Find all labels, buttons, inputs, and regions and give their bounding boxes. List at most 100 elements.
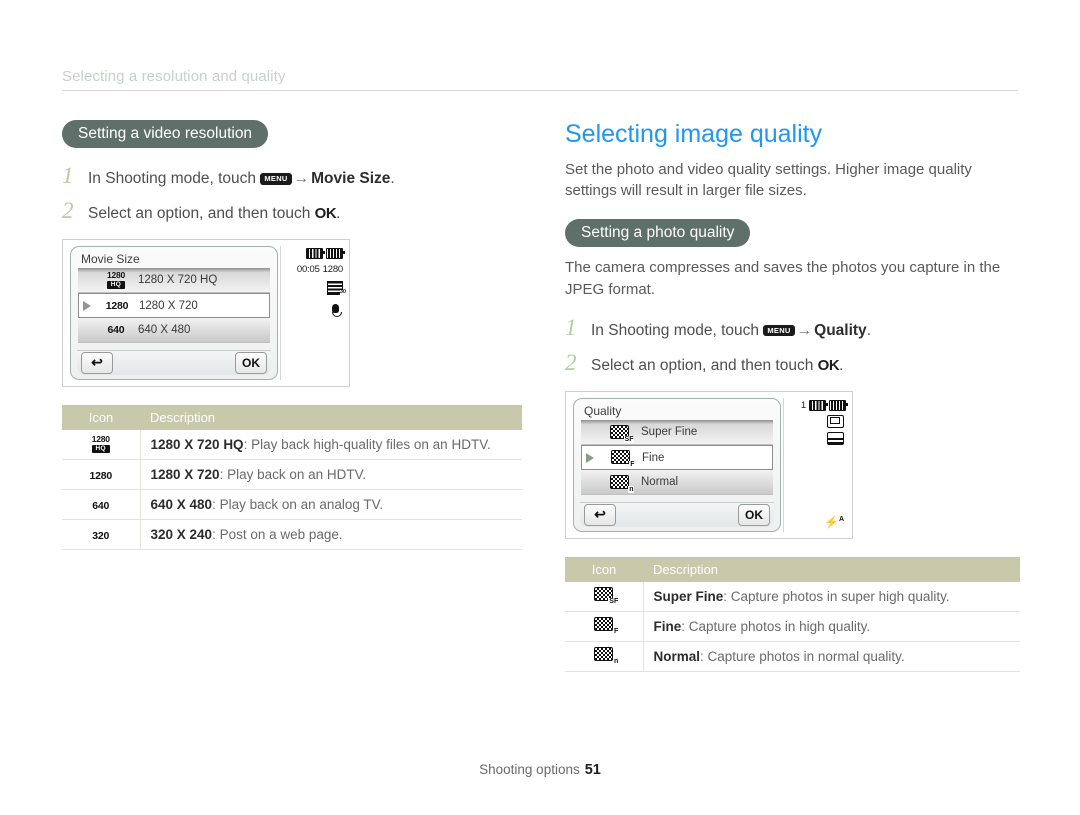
running-header-text: Selecting a resolution and quality (62, 68, 286, 85)
camera-option-label: 1280 X 720 (139, 299, 198, 312)
camera-option-1280-720[interactable]: 1280 1280 X 720 (78, 293, 270, 319)
table-header-description: Description (643, 556, 1020, 582)
back-button[interactable]: ↩ (584, 503, 616, 526)
step-text-bold: Movie Size (311, 170, 391, 188)
step-item: 2 Select an option, and then touch OK. (62, 199, 522, 225)
step-number: 1 (62, 163, 74, 189)
step-number: 2 (565, 349, 577, 375)
desc: : Play back high-quality files on an HDT… (243, 436, 491, 452)
table-row: 1280 HQ 1280 X 720 HQ: Play back high-qu… (62, 429, 522, 460)
back-button[interactable]: ↩ (81, 351, 113, 374)
table-header-description: Description (140, 404, 522, 430)
term: Super Fine (653, 588, 724, 604)
selection-caret-icon (83, 300, 91, 311)
icon-subscript: n (612, 658, 619, 666)
icon-subscript: SF (608, 598, 619, 606)
table-header-row: Icon Description (62, 404, 522, 430)
camera-option-super-fine[interactable]: SF Super Fine (581, 420, 773, 446)
table-header-icon: Icon (62, 404, 140, 430)
table-row: n Normal: Capture photos in normal quali… (565, 641, 1020, 672)
camera-menu-panel: Quality SF Super Fine F Fine n Normal ↩ … (573, 397, 781, 532)
camera-option-label: 1280 X 720 HQ (138, 274, 218, 287)
microphone-icon (331, 303, 342, 317)
camera-menu-panel: Movie Size 1280 HQ 1280 X 720 HQ 1280 12… (70, 245, 278, 380)
term: 320 X 240 (150, 526, 213, 542)
battery-icon (829, 399, 848, 411)
step-text: Select an option, and then touch OK. (591, 356, 843, 377)
camera-menu-title: Movie Size (81, 251, 140, 266)
icon-top-text: 320 (92, 529, 110, 542)
1280-hq-icon: 1280 HQ (98, 270, 134, 290)
step-text: Select an option, and then touch OK. (88, 204, 340, 225)
desc: : Play back on an HDTV. (219, 466, 367, 482)
640-icon: 640 (98, 324, 134, 336)
quality-superfine-icon: SF (601, 424, 637, 443)
left-column: Setting a video resolution 1 In Shooting… (62, 120, 522, 550)
step-item: 1 In Shooting mode, touch MENU → Quality. (565, 316, 1020, 342)
step-number: 2 (62, 197, 74, 223)
photo-size-icon (827, 414, 844, 428)
battery-icon (326, 247, 345, 259)
table-cell-icon: n (565, 641, 644, 672)
table-cell-icon: 320 (62, 519, 141, 550)
camera-screen-quality: Quality SF Super Fine F Fine n Normal ↩ … (565, 390, 853, 539)
menu-icon: MENU (260, 173, 292, 185)
section-badge-video-resolution: Setting a video resolution (62, 120, 269, 149)
desc: : Capture photos in super high quality. (723, 588, 950, 604)
icon-top-text: 640 (107, 324, 125, 337)
sub-intro-text: The camera compresses and saves the phot… (565, 259, 1001, 298)
step-text-pre: In Shooting mode, touch (591, 321, 764, 339)
camera-option-640-480[interactable]: 640 640 X 480 (78, 318, 270, 344)
table-row: 320 320 X 240: Post on a web page. (62, 519, 522, 550)
section-badge-photo-quality: Setting a photo quality (565, 219, 751, 248)
table-row: SF Super Fine: Capture photos in super h… (565, 581, 1020, 612)
desc: : Capture photos in normal quality. (700, 648, 905, 664)
term: 1280 X 720 HQ (150, 436, 244, 452)
flash-auto-icon: ⚡A (823, 514, 844, 529)
icon-top-text: 1280 (89, 469, 113, 482)
quality-fine-icon: F (602, 450, 638, 469)
camera-screen-movie-size: Movie Size 1280 HQ 1280 X 720 HQ 1280 12… (62, 238, 350, 387)
table-cell-description: 320 X 240: Post on a web page. (140, 519, 522, 550)
table-row: 1280 1280 X 720: Play back on an HDTV. (62, 459, 522, 490)
table-cell-description: Fine: Capture photos in high quality. (643, 611, 1020, 642)
camera-status-strip: 1 ⚡A (783, 397, 852, 532)
icon-top-text: 1280 (106, 270, 126, 281)
arrow-icon: → (796, 321, 813, 339)
desc: : Capture photos in high quality. (681, 618, 871, 634)
footer-label: Shooting options (479, 762, 580, 777)
camera-option-label: Super Fine (641, 426, 698, 439)
running-header-rule (62, 90, 1018, 91)
frame-rate-value: 30 (339, 289, 346, 296)
desc: : Play back on an analog TV. (212, 496, 384, 512)
menu-icon: MENU (763, 324, 795, 337)
camera-option-normal[interactable]: n Normal (581, 470, 773, 496)
photo-quality-table: Icon Description SF Super Fine: Capture … (565, 556, 1020, 672)
running-header: Selecting a resolution and quality (62, 68, 1018, 91)
table-row: F Fine: Capture photos in high quality. (565, 611, 1020, 642)
video-resolution-table: Icon Description 1280 HQ 1280 X 720 HQ: … (62, 404, 522, 550)
table-row: 640 640 X 480: Play back on an analog TV… (62, 489, 522, 520)
icon-bottom-text: HQ (106, 280, 126, 290)
camera-option-1280-720-hq[interactable]: 1280 HQ 1280 X 720 HQ (78, 268, 270, 294)
ok-icon: OK (817, 356, 840, 374)
icon-top-text: 1280 (91, 434, 110, 445)
ok-button[interactable]: OK (235, 351, 267, 374)
right-steps-list: 1 In Shooting mode, touch MENU → Quality. … (565, 316, 1020, 377)
step-text-post: . (866, 321, 871, 339)
step-text: In Shooting mode, touch MENU → Movie Size. (88, 169, 395, 190)
term: Normal (653, 648, 701, 664)
icon-subscript: F (612, 628, 619, 636)
step-number: 1 (565, 314, 577, 340)
step-text-bold: Quality (814, 321, 867, 339)
table-header-row: Icon Description (565, 556, 1020, 582)
selection-caret-icon (586, 452, 594, 463)
table-cell-icon: F (565, 611, 644, 642)
camera-menu-title: Quality (584, 403, 622, 418)
camera-option-fine[interactable]: F Fine (581, 445, 773, 471)
page-footer: Shooting options 51 (0, 762, 1080, 778)
icon-subscript: F (629, 461, 635, 469)
ok-button[interactable]: OK (738, 503, 770, 526)
step-text-post: . (839, 356, 844, 374)
step-text-post: . (336, 204, 341, 222)
